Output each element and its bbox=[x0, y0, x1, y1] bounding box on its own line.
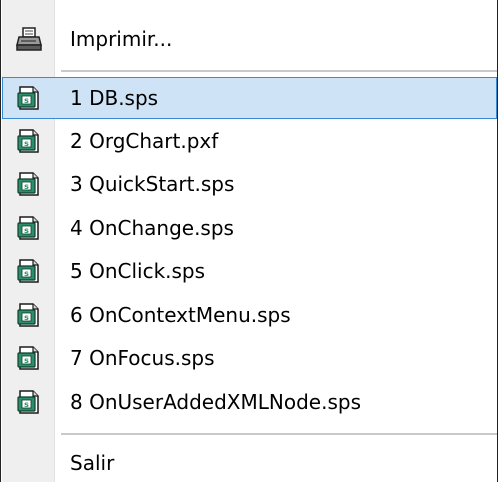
recent-file-item-1[interactable]: s 1 DB.sps bbox=[2, 77, 497, 119]
sps-file-icon: s bbox=[16, 171, 42, 197]
svg-text:s: s bbox=[24, 400, 29, 409]
sps-file-icon: s bbox=[16, 302, 42, 328]
recent-file-label: 1 DB.sps bbox=[70, 86, 159, 110]
menu-separator bbox=[61, 70, 497, 72]
svg-text:s: s bbox=[24, 139, 29, 148]
recent-file-item-5[interactable]: s 5 OnClick.sps bbox=[2, 250, 497, 292]
sps-file-icon: s bbox=[16, 215, 42, 241]
file-menu: Imprimir... s 1 DB.sps s 2 OrgChart.pxf … bbox=[0, 0, 498, 482]
sps-file-icon: s bbox=[16, 85, 42, 111]
sps-file-icon: s bbox=[16, 128, 42, 154]
recent-file-item-4[interactable]: s 4 OnChange.sps bbox=[2, 207, 497, 249]
recent-file-label: 6 OnContextMenu.sps bbox=[70, 303, 291, 327]
recent-file-item-7[interactable]: s 7 OnFocus.sps bbox=[2, 337, 497, 379]
svg-text:s: s bbox=[24, 96, 29, 105]
recent-file-label: 2 OrgChart.pxf bbox=[70, 129, 219, 153]
menu-item-print[interactable]: Imprimir... bbox=[2, 18, 497, 60]
sps-file-icon: s bbox=[16, 345, 42, 371]
recent-file-label: 4 OnChange.sps bbox=[70, 216, 234, 240]
recent-file-item-6[interactable]: s 6 OnContextMenu.sps bbox=[2, 294, 497, 336]
svg-text:s: s bbox=[24, 226, 29, 235]
recent-file-label: 7 OnFocus.sps bbox=[70, 346, 215, 370]
recent-file-item-2[interactable]: s 2 OrgChart.pxf bbox=[2, 120, 497, 162]
svg-text:s: s bbox=[24, 182, 29, 191]
svg-text:s: s bbox=[24, 313, 29, 322]
recent-file-label: 3 QuickStart.sps bbox=[70, 172, 235, 196]
sps-file-icon: s bbox=[16, 258, 42, 284]
recent-file-label: 8 OnUserAddedXMLNode.sps bbox=[70, 390, 361, 414]
printer-icon bbox=[16, 26, 42, 52]
menu-item-print-label: Imprimir... bbox=[70, 27, 173, 51]
recent-file-label: 5 OnClick.sps bbox=[70, 259, 206, 283]
svg-text:s: s bbox=[24, 356, 29, 365]
recent-file-item-3[interactable]: s 3 QuickStart.sps bbox=[2, 163, 497, 205]
svg-text:s: s bbox=[24, 269, 29, 278]
menu-separator bbox=[61, 433, 497, 435]
recent-file-item-8[interactable]: s 8 OnUserAddedXMLNode.sps bbox=[2, 381, 497, 423]
sps-file-icon: s bbox=[16, 389, 42, 415]
menu-item-exit[interactable]: Salir bbox=[2, 442, 497, 484]
menu-item-exit-label: Salir bbox=[70, 451, 115, 475]
